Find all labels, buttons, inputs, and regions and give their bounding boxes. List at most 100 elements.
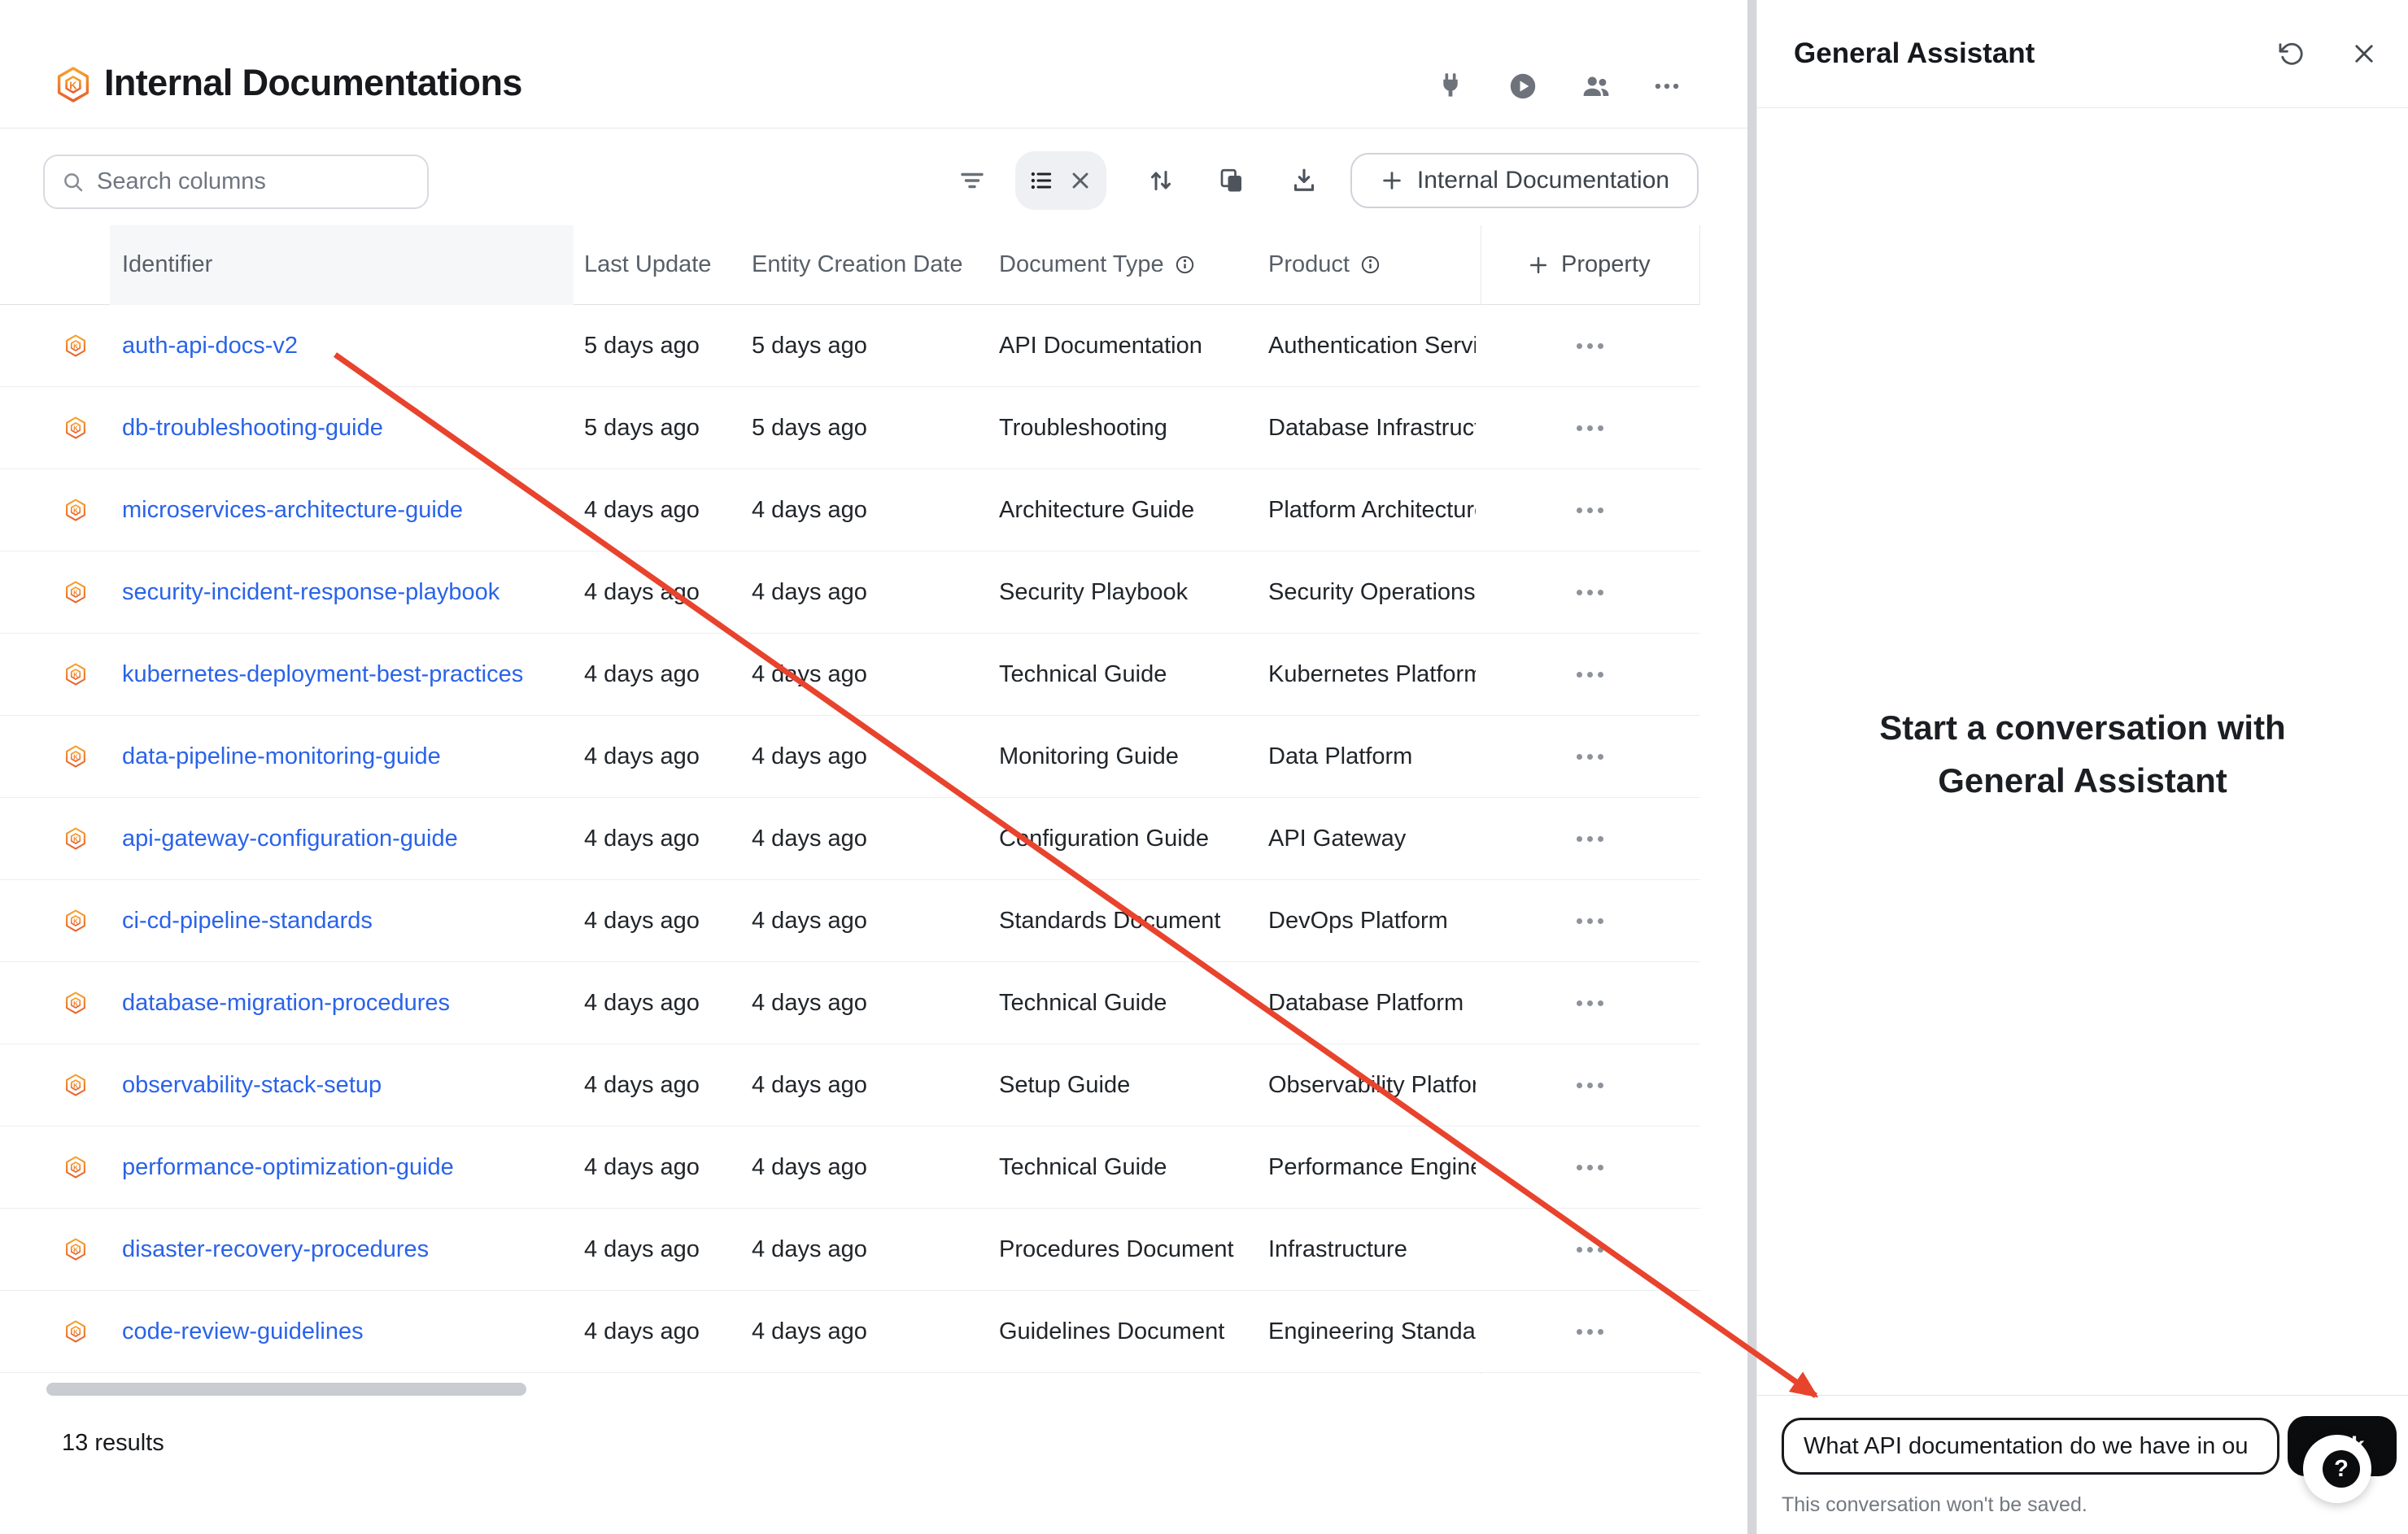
- table-row: security-incident-response-playbook 4 da…: [0, 551, 1700, 634]
- row-more-options-button[interactable]: [1568, 582, 1612, 604]
- row-more-options-button[interactable]: [1568, 1157, 1612, 1179]
- identifier-link[interactable]: ci-cd-pipeline-standards: [122, 908, 373, 935]
- sort-button[interactable]: [1138, 158, 1184, 203]
- document-type-cell: Technical Guide: [999, 962, 1259, 1044]
- product-cell: Platform Architecture: [1268, 469, 1476, 551]
- info-icon[interactable]: [1359, 254, 1381, 276]
- row-asset-hexagon-icon: [63, 305, 88, 386]
- run-playbook-button[interactable]: [1500, 63, 1546, 109]
- list-view-icon[interactable]: [1028, 168, 1054, 194]
- row-more-options-button[interactable]: [1568, 417, 1612, 439]
- row-asset-hexagon-icon: [63, 551, 88, 633]
- filter-button[interactable]: [949, 158, 995, 203]
- row-more-options-button[interactable]: [1568, 335, 1612, 357]
- copy-icon: [1217, 166, 1246, 195]
- download-button[interactable]: [1281, 158, 1327, 203]
- results-count: 13 results: [62, 1430, 164, 1457]
- download-icon: [1289, 166, 1319, 195]
- row-more-options-button[interactable]: [1568, 1321, 1612, 1343]
- document-type-cell: Setup Guide: [999, 1044, 1259, 1126]
- entity-creation-date-cell: 4 days ago: [752, 551, 988, 633]
- entity-creation-date-cell: 4 days ago: [752, 880, 988, 961]
- document-type-cell: API Documentation: [999, 305, 1259, 386]
- identifier-link[interactable]: microservices-architecture-guide: [122, 497, 463, 524]
- plug-icon: [1435, 71, 1466, 102]
- identifier-link[interactable]: database-migration-procedures: [122, 990, 450, 1017]
- reset-conversation-button[interactable]: [2267, 31, 2313, 76]
- identifier-link[interactable]: data-pipeline-monitoring-guide: [122, 743, 441, 770]
- column-header-identifier[interactable]: Identifier: [122, 225, 212, 304]
- row-asset-hexagon-icon: [63, 962, 88, 1044]
- document-type-cell: Guidelines Document: [999, 1291, 1259, 1372]
- info-icon[interactable]: [1174, 254, 1196, 276]
- search-columns-input[interactable]: [97, 168, 406, 195]
- last-update-cell: 5 days ago: [584, 305, 743, 386]
- horizontal-scrollbar-thumb[interactable]: [46, 1383, 526, 1396]
- row-asset-hexagon-icon: [63, 1291, 88, 1372]
- row-asset-hexagon-icon: [63, 1044, 88, 1126]
- identifier-link[interactable]: security-incident-response-playbook: [122, 579, 499, 606]
- identifier-link[interactable]: performance-optimization-guide: [122, 1154, 454, 1181]
- asset-type-hexagon-logo-icon: [54, 65, 93, 104]
- add-internal-documentation-button[interactable]: Internal Documentation: [1350, 153, 1699, 208]
- table-row: performance-optimization-guide 4 days ag…: [0, 1127, 1700, 1209]
- identifier-link[interactable]: kubernetes-deployment-best-practices: [122, 661, 523, 688]
- product-cell: Authentication Service: [1268, 305, 1476, 386]
- document-type-cell: Technical Guide: [999, 634, 1259, 715]
- row-more-options-button[interactable]: [1568, 910, 1612, 932]
- row-more-options-button[interactable]: [1568, 499, 1612, 521]
- document-type-cell: Standards Document: [999, 880, 1259, 961]
- filter-icon: [958, 166, 987, 195]
- row-asset-hexagon-icon: [63, 387, 88, 468]
- product-cell: Performance Engineering: [1268, 1127, 1476, 1208]
- row-more-options-button[interactable]: [1568, 992, 1612, 1014]
- table-header: Identifier Last Update Entity Creation D…: [0, 225, 1700, 305]
- more-options-button[interactable]: [1644, 63, 1690, 109]
- table-row: microservices-architecture-guide 4 days …: [0, 469, 1700, 551]
- add-property-button[interactable]: Property: [1527, 225, 1651, 304]
- entity-creation-date-cell: 4 days ago: [752, 1291, 988, 1372]
- panel-footer-divider: [1757, 1395, 2408, 1396]
- column-header-last-update[interactable]: Last Update: [584, 225, 711, 304]
- last-update-cell: 4 days ago: [584, 469, 743, 551]
- panel-divider-scrollbar[interactable]: [1747, 0, 1756, 1534]
- column-header-document-type[interactable]: Document Type: [999, 225, 1196, 304]
- table-row: kubernetes-deployment-best-practices 4 d…: [0, 634, 1700, 716]
- more-icon: [1651, 71, 1682, 102]
- column-header-entity-creation-date[interactable]: Entity Creation Date: [752, 225, 963, 304]
- document-type-cell: Procedures Document: [999, 1209, 1259, 1290]
- product-cell: Engineering Standards: [1268, 1291, 1476, 1372]
- help-button[interactable]: ?: [2303, 1435, 2371, 1503]
- identifier-link[interactable]: observability-stack-setup: [122, 1072, 382, 1099]
- close-panel-button[interactable]: [2341, 31, 2387, 76]
- entity-creation-date-cell: 4 days ago: [752, 634, 988, 715]
- product-cell: Kubernetes Platform: [1268, 634, 1476, 715]
- table-row: auth-api-docs-v2 5 days ago 5 days ago A…: [0, 305, 1700, 387]
- row-more-options-button[interactable]: [1568, 1074, 1612, 1096]
- copy-button[interactable]: [1209, 158, 1254, 203]
- plus-icon: [1527, 254, 1550, 277]
- identifier-link[interactable]: db-troubleshooting-guide: [122, 415, 383, 442]
- row-more-options-button[interactable]: [1568, 1239, 1612, 1261]
- product-cell: Security Operations: [1268, 551, 1476, 633]
- identifier-link[interactable]: auth-api-docs-v2: [122, 333, 298, 360]
- row-more-options-button[interactable]: [1568, 664, 1612, 686]
- document-type-cell: Security Playbook: [999, 551, 1259, 633]
- identifier-link[interactable]: code-review-guidelines: [122, 1318, 364, 1345]
- column-header-product[interactable]: Product: [1268, 225, 1381, 304]
- row-more-options-button[interactable]: [1568, 746, 1612, 768]
- add-button-label: Internal Documentation: [1417, 167, 1669, 194]
- identifier-link[interactable]: api-gateway-configuration-guide: [122, 826, 458, 852]
- panel-header-divider: [1757, 107, 2408, 108]
- row-more-options-button[interactable]: [1568, 828, 1612, 850]
- row-asset-hexagon-icon: [63, 716, 88, 797]
- entity-creation-date-cell: 4 days ago: [752, 716, 988, 797]
- entity-creation-date-cell: 4 days ago: [752, 1209, 988, 1290]
- collaborators-button[interactable]: [1573, 63, 1619, 109]
- document-type-cell: Technical Guide: [999, 1127, 1259, 1208]
- product-cell: API Gateway: [1268, 798, 1476, 879]
- identifier-link[interactable]: disaster-recovery-procedures: [122, 1236, 429, 1263]
- assistant-chat-input[interactable]: [1782, 1418, 2279, 1475]
- integrations-plug-button[interactable]: [1428, 63, 1473, 109]
- clear-view-icon[interactable]: [1067, 168, 1093, 194]
